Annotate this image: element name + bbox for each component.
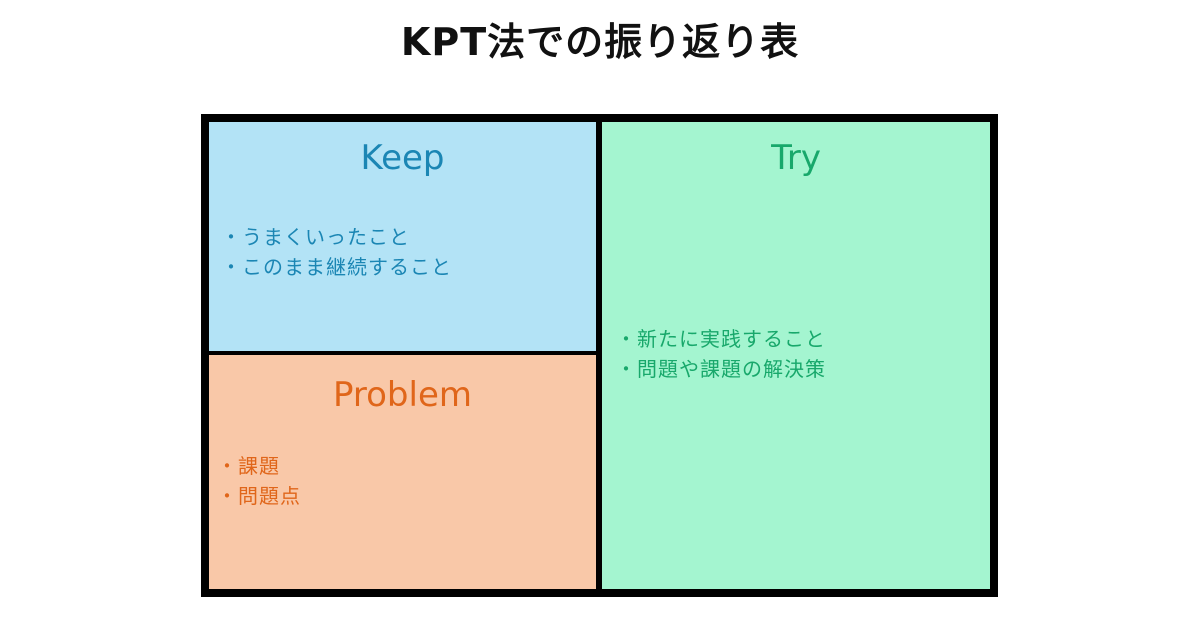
problem-list: ・課題 ・問題点 — [217, 451, 301, 511]
try-panel: Try ・新たに実践すること ・問題や課題の解決策 — [602, 122, 990, 589]
problem-heading: Problem — [332, 375, 472, 415]
keep-heading: Keep — [360, 138, 445, 178]
problem-panel: Problem ・課題 ・問題点 — [209, 355, 596, 589]
page-title: KPT法での振り返り表 — [400, 20, 800, 64]
list-item: ・新たに実践すること — [616, 327, 826, 351]
list-item: ・課題 — [217, 454, 280, 478]
keep-panel: Keep ・うまくいったこと ・このまま継続すること — [209, 122, 596, 351]
try-list: ・新たに実践すること ・問題や課題の解決策 — [616, 324, 826, 384]
kpt-board: Keep ・うまくいったこと ・このまま継続すること Problem ・課題 ・… — [201, 114, 998, 597]
list-item: ・問題点 — [217, 484, 301, 508]
try-heading: Try — [771, 138, 821, 178]
list-item: ・問題や課題の解決策 — [616, 357, 826, 381]
list-item: ・このまま継続すること — [221, 255, 452, 279]
list-item: ・うまくいったこと — [221, 225, 410, 249]
keep-list: ・うまくいったこと ・このまま継続すること — [221, 222, 452, 282]
